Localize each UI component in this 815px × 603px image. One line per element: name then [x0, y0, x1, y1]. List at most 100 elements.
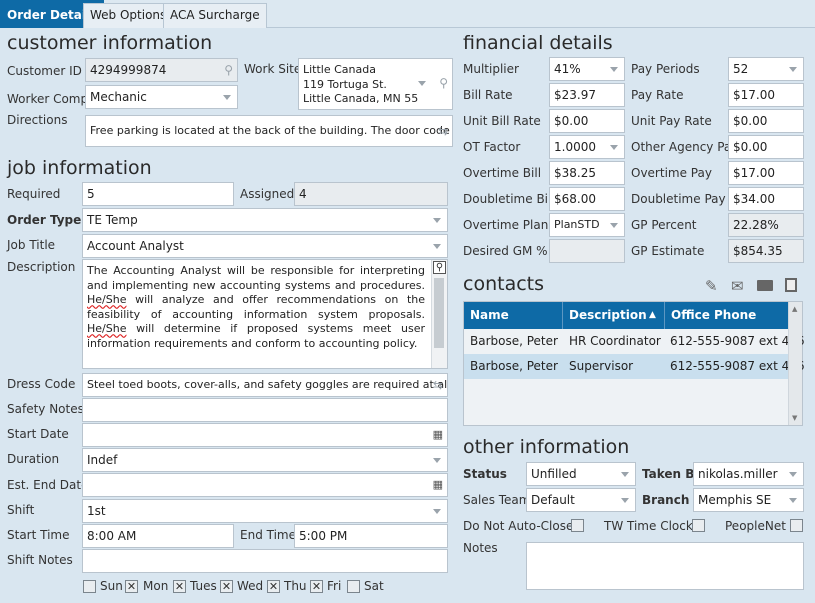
contacts-scrollbar[interactable]: ▲ ▼	[788, 302, 802, 425]
doubletime-bill-field[interactable]: $68.00	[549, 187, 625, 211]
taken-by-select[interactable]: nikolas.miller	[693, 462, 804, 486]
day-tues-checkbox[interactable]: ✕	[173, 580, 186, 593]
doubletime-pay-field[interactable]: $34.00	[728, 187, 804, 211]
start-date-field[interactable]: ▦	[82, 423, 448, 447]
job-title-select[interactable]: Account Analyst	[82, 234, 448, 258]
overtime-pay-label: Overtime Pay	[631, 166, 712, 180]
pay-periods-select[interactable]: 52	[728, 57, 804, 81]
column-header-name[interactable]: Name	[464, 302, 562, 329]
shift-value: 1st	[87, 504, 106, 518]
customer-id-field[interactable]: 4294999874 ⚲	[85, 58, 238, 82]
doubletime-pay-label: Doubletime Pay	[631, 192, 726, 206]
other-agency-pay-label: Other Agency Pay	[631, 140, 739, 154]
desired-gm-field[interactable]	[549, 239, 625, 263]
worker-comp-select[interactable]: Mechanic	[85, 85, 238, 109]
shift-select[interactable]: 1st	[82, 499, 448, 523]
scroll-up-icon[interactable]: ▲	[792, 305, 797, 313]
gp-estimate-label: GP Estimate	[631, 244, 705, 258]
website-line-2: 119 Tortuga St.	[303, 77, 387, 91]
overtime-bill-label: Overtime Bill	[463, 166, 542, 180]
order-type-select[interactable]: TE Temp	[82, 208, 448, 232]
day-thu-checkbox[interactable]: ✕	[267, 580, 280, 593]
unit-bill-rate-field[interactable]: $0.00	[549, 109, 625, 133]
scroll-down-icon[interactable]: ▼	[792, 414, 797, 422]
pay-periods-label: Pay Periods	[631, 62, 700, 76]
duration-select[interactable]: Indef	[82, 448, 448, 472]
do-not-auto-close-label: Do Not Auto-Close	[463, 519, 574, 533]
table-row[interactable]: Barbose, Peter Supervisor 612-555-9087 e…	[464, 354, 805, 379]
dress-code-label: Dress Code	[7, 377, 76, 391]
document-icon[interactable]	[785, 278, 797, 292]
chevron-down-icon	[433, 218, 441, 223]
shift-notes-label: Shift Notes	[7, 553, 73, 567]
start-time-label: Start Time	[7, 528, 70, 542]
chevron-down-icon[interactable]	[418, 81, 426, 86]
description-text-3: will determine if proposed systems meet …	[87, 322, 425, 350]
sort-ascending-icon: ▲	[649, 310, 656, 320]
description-textarea[interactable]: The Accounting Analyst will be responsib…	[82, 259, 448, 369]
chevron-down-icon	[789, 67, 797, 72]
day-sun-label: Sun	[100, 579, 123, 593]
directions-value: Free parking is located at the back of t…	[90, 124, 453, 137]
tab-aca-surcharge[interactable]: ACA Surcharge	[163, 3, 267, 28]
chevron-down-icon	[433, 458, 441, 463]
email-icon[interactable]: ✉	[731, 277, 744, 295]
scrollbar-thumb[interactable]	[434, 278, 444, 348]
column-header-office-phone[interactable]: Office Phone	[664, 302, 789, 329]
other-agency-pay-field[interactable]: $0.00	[728, 135, 804, 159]
directions-field[interactable]: Free parking is located at the back of t…	[85, 115, 453, 147]
overtime-bill-field[interactable]: $38.25	[549, 161, 625, 185]
sales-team-select[interactable]: Default	[526, 488, 636, 512]
edit-icon[interactable]: ✎	[705, 277, 718, 295]
unit-pay-rate-field[interactable]: $0.00	[728, 109, 804, 133]
expand-icon[interactable]: ⇆	[433, 374, 443, 396]
day-sun-checkbox[interactable]	[83, 580, 96, 593]
tw-time-clock-checkbox[interactable]	[692, 519, 705, 532]
ot-factor-select[interactable]: 1.0000	[549, 135, 625, 159]
bill-rate-field[interactable]: $23.97	[549, 83, 625, 107]
duration-value: Indef	[87, 453, 118, 467]
job-title-value: Account Analyst	[87, 239, 184, 253]
est-end-date-field[interactable]: ▦	[82, 473, 448, 497]
calendar-icon[interactable]: ▦	[433, 474, 443, 496]
description-scrollbar[interactable]: ⚲	[431, 260, 447, 368]
end-time-field[interactable]: 5:00 PM	[294, 524, 448, 548]
search-icon[interactable]: ⚲	[224, 59, 233, 81]
overtime-pay-field[interactable]: $17.00	[728, 161, 804, 185]
overtime-plan-select[interactable]: PlanSTD	[549, 213, 625, 237]
day-wed-checkbox[interactable]: ✕	[220, 580, 233, 593]
day-tues-label: Tues	[190, 579, 217, 593]
expand-icon[interactable]: ⇆	[438, 116, 448, 146]
calendar-icon[interactable]: ▦	[433, 424, 443, 446]
pay-rate-field[interactable]: $17.00	[728, 83, 804, 107]
peoplenet-checkbox[interactable]	[790, 519, 803, 532]
status-select[interactable]: Unfilled	[526, 462, 636, 486]
day-fri-checkbox[interactable]: ✕	[310, 580, 323, 593]
website-select[interactable]: Little Canada 119 Tortuga St. Little Can…	[298, 58, 453, 110]
branch-select[interactable]: Memphis SE	[693, 488, 804, 512]
required-field[interactable]: 5	[82, 182, 234, 206]
tab-web-options[interactable]: Web Options	[83, 3, 174, 28]
sales-team-value: Default	[531, 493, 575, 507]
shift-label: Shift	[7, 503, 35, 517]
description-text-2: will analyze and offer recommendations o…	[87, 293, 425, 321]
notes-textarea[interactable]	[526, 542, 804, 590]
shift-notes-field[interactable]	[82, 549, 448, 573]
end-time-label: End Time	[240, 528, 296, 542]
search-icon[interactable]: ⚲	[433, 261, 446, 274]
worker-comp-value: Mechanic	[90, 90, 147, 104]
dress-code-field[interactable]: Steel toed boots, cover-alls, and safety…	[82, 373, 448, 397]
day-mon-checkbox[interactable]: ✕	[125, 580, 138, 593]
multiplier-select[interactable]: 41%	[549, 57, 625, 81]
chevron-down-icon	[433, 244, 441, 249]
search-icon[interactable]: ⚲	[439, 76, 448, 91]
contact-card-icon[interactable]	[757, 280, 773, 291]
do-not-auto-close-checkbox[interactable]	[571, 519, 584, 532]
day-sat-checkbox[interactable]	[347, 580, 360, 593]
start-time-field[interactable]: 8:00 AM	[82, 524, 234, 548]
safety-notes-field[interactable]	[82, 398, 448, 422]
table-row[interactable]: Barbose, Peter HR Coordinator 612-555-90…	[464, 329, 805, 354]
contacts-heading: contacts	[463, 273, 545, 295]
column-header-description[interactable]: Description ▲	[562, 302, 664, 329]
chevron-down-icon	[789, 472, 797, 477]
